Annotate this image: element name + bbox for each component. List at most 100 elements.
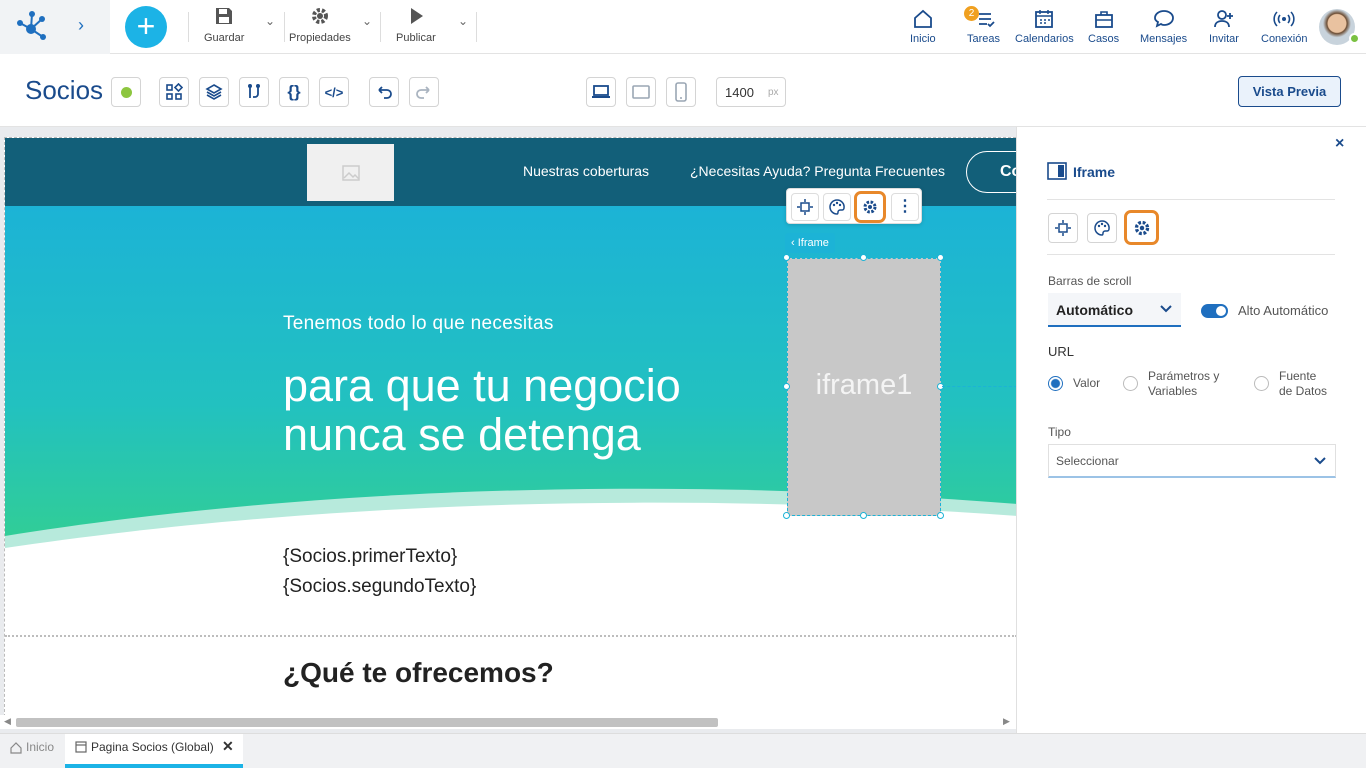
tipo-select[interactable]: Seleccionar — [1048, 444, 1336, 478]
iframe-tag[interactable]: ‹ Iframe — [785, 233, 835, 253]
tablet-view-button[interactable] — [626, 77, 656, 107]
resize-handle[interactable] — [783, 512, 790, 519]
radio-params-dot[interactable] — [1123, 376, 1138, 391]
data-sources-button[interactable] — [239, 77, 269, 107]
resize-handle[interactable] — [783, 254, 790, 261]
components-button[interactable] — [159, 77, 189, 107]
move-icon — [797, 199, 813, 215]
panel-settings-tab[interactable] — [1124, 210, 1159, 245]
scroll-select[interactable]: Automático — [1048, 293, 1181, 327]
dynamic-texts: {Socios.primerTexto} {Socios.segundoText… — [283, 542, 476, 602]
radio-valor-dot[interactable] — [1048, 376, 1063, 391]
nav-home[interactable]: Inicio — [910, 8, 936, 45]
site-nav-link[interactable]: ¿Necesitas Ayuda? Pregunta Frecuentes — [690, 163, 945, 179]
properties-panel: × Iframe Barras de scroll Automático Alt… — [1016, 127, 1366, 733]
top-bar: › + Guardar ⌄ Propiedades ⌄ Publicar ⌄ I… — [0, 0, 1366, 54]
gear-icon — [863, 200, 877, 214]
chevron-down-icon — [1160, 305, 1172, 313]
resize-handle[interactable] — [860, 254, 867, 261]
radio-fuente-dot[interactable] — [1254, 376, 1269, 391]
radio-params[interactable] — [1123, 376, 1138, 396]
nav-cases[interactable]: Casos — [1088, 8, 1119, 45]
chevron-down-icon[interactable]: ⌄ — [458, 14, 468, 28]
chevron-down-icon[interactable]: ⌄ — [362, 14, 372, 28]
radio-fuente[interactable] — [1254, 376, 1269, 396]
properties-label: Propiedades — [289, 32, 351, 44]
close-icon[interactable]: × — [1335, 135, 1344, 153]
add-button[interactable]: + — [125, 6, 167, 48]
variables-button[interactable]: {} — [279, 77, 309, 107]
tab-inicio[interactable]: Inicio — [0, 734, 64, 768]
properties-button[interactable]: Propiedades — [289, 6, 351, 48]
status-dot — [120, 86, 132, 98]
mobile-view-button[interactable] — [666, 77, 696, 107]
app-logo-icon[interactable] — [14, 10, 48, 44]
nav-messages[interactable]: Mensajes — [1140, 8, 1187, 45]
section-divider — [5, 635, 1016, 637]
status-button[interactable] — [111, 77, 141, 107]
site-nav-button[interactable]: Co — [966, 151, 1016, 193]
panel-move-tab[interactable] — [1048, 213, 1078, 243]
toggle-knob — [1216, 306, 1226, 316]
tab-pagina-socios[interactable]: Pagina Socios (Global) ✕ — [65, 734, 243, 768]
nav-tasks[interactable]: Tareas 2 — [964, 6, 1000, 45]
iframe-component[interactable]: iframe1 — [787, 258, 941, 516]
online-status-dot — [1349, 33, 1360, 44]
site-logo-placeholder[interactable] — [307, 144, 394, 201]
radio-fuente-line: Fuente — [1279, 369, 1317, 383]
layers-button[interactable] — [199, 77, 229, 107]
site-nav-link[interactable]: Nuestras coberturas — [523, 163, 649, 179]
resize-handle[interactable] — [860, 512, 867, 519]
add-user-icon — [1214, 10, 1233, 28]
scrollbar-thumb[interactable] — [16, 718, 718, 727]
redo-button[interactable] — [409, 77, 439, 107]
scroll-right-icon[interactable]: ▶ — [1003, 716, 1010, 727]
more-options-icon[interactable]: ⋮ — [891, 193, 919, 221]
style-button[interactable] — [823, 193, 851, 221]
settings-button[interactable] — [854, 191, 886, 223]
palette-icon — [1094, 220, 1110, 236]
nav-invite[interactable]: Invitar — [1209, 8, 1239, 45]
save-button[interactable]: Guardar — [204, 6, 244, 48]
hero-subtitle: Tenemos todo lo que necesitas — [283, 313, 554, 334]
nav-connection[interactable]: Conexión — [1261, 8, 1307, 45]
tipo-label: Tipo — [1048, 425, 1071, 439]
resize-handle[interactable] — [783, 383, 790, 390]
preview-button[interactable]: Vista Previa — [1238, 76, 1341, 107]
nav-calendars[interactable]: Calendarios — [1015, 8, 1074, 45]
components-icon — [166, 83, 183, 100]
nav-connection-label: Conexión — [1261, 33, 1308, 45]
nav-calendars-label: Calendarios — [1015, 33, 1074, 45]
chevron-down-icon — [1314, 457, 1326, 465]
tab-inicio-label: Inicio — [26, 740, 55, 754]
close-tab-icon[interactable]: ✕ — [222, 738, 234, 755]
undo-button[interactable] — [369, 77, 399, 107]
auto-height-toggle[interactable] — [1201, 304, 1228, 318]
tablet-icon — [632, 85, 650, 99]
radio-valor[interactable] — [1048, 376, 1063, 396]
chevron-right-icon[interactable]: › — [78, 15, 84, 36]
iframe-placeholder-text: iframe1 — [815, 369, 913, 401]
horizontal-scrollbar[interactable]: ◀ ▶ — [0, 715, 1016, 729]
scroll-left-icon[interactable]: ◀ — [4, 716, 11, 727]
dynamic-text-1: {Socios.primerTexto} — [283, 546, 458, 567]
iframe-tag-label: Iframe — [797, 237, 829, 249]
desktop-view-button[interactable] — [586, 77, 616, 107]
scroll-select-value: Automático — [1056, 302, 1133, 318]
panel-style-tab[interactable] — [1087, 213, 1117, 243]
move-button[interactable] — [791, 193, 819, 221]
resize-handle[interactable] — [937, 254, 944, 261]
divider — [1047, 199, 1335, 200]
nav-cases-label: Casos — [1088, 33, 1120, 45]
radio-params-label: Parámetros y Variables — [1148, 369, 1219, 399]
home-icon — [913, 9, 932, 28]
page-icon — [75, 741, 87, 753]
width-input[interactable]: 1400 px — [716, 77, 786, 107]
publish-button[interactable]: Publicar — [396, 6, 436, 48]
url-label: URL — [1048, 344, 1075, 359]
chevron-down-icon[interactable]: ⌄ — [265, 14, 275, 28]
home-icon — [10, 742, 22, 754]
code-button[interactable]: </> — [319, 77, 349, 107]
resize-handle[interactable] — [937, 512, 944, 519]
gear-icon — [1134, 220, 1149, 235]
